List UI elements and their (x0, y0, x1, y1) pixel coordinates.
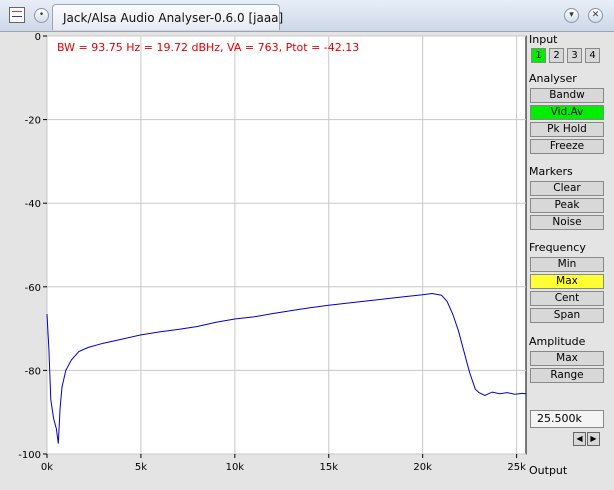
x-tick-label: 25k (507, 462, 526, 473)
arrow-left-icon: ◀ (576, 434, 583, 443)
input-3-button[interactable]: 3 (567, 48, 582, 63)
markers-section-label: Markers (529, 165, 573, 178)
vidav-button[interactable]: Vid.Av (530, 105, 604, 120)
y-tick-label: -80 (25, 366, 41, 377)
amplitude-section-label: Amplitude (529, 335, 586, 348)
spectrum-chart[interactable]: 0k 5k 10k 15k 20k 25k 0 -20 -40 -60 -80 -100 BW = 9… (0, 32, 528, 487)
window-titlebar: • Jack/Alsa Audio Analyser-0.6.0 [jaaa] … (0, 0, 614, 32)
markers-noise-button[interactable]: Noise (530, 215, 604, 230)
frequency-max-button[interactable]: Max (530, 274, 604, 289)
arrow-right-icon: ▶ (590, 434, 597, 443)
window-menu-button[interactable]: • (34, 8, 49, 23)
y-tick-label: -60 (25, 283, 41, 294)
y-tick-label: -100 (18, 450, 41, 461)
frequency-section-label: Frequency (529, 241, 586, 254)
input-2-button[interactable]: 2 (549, 48, 564, 63)
chevron-down-icon: ▾ (569, 10, 574, 20)
input-4-button[interactable]: 4 (585, 48, 600, 63)
x-tick-label: 5k (135, 462, 147, 473)
amplitude-range-button[interactable]: Range (530, 368, 604, 383)
plot-status-text: BW = 93.75 Hz = 19.72 dBHz, VA = 763, Pt… (57, 41, 359, 54)
arrow-left-button[interactable]: ◀ (573, 432, 586, 446)
x-tick-label: 20k (413, 462, 432, 473)
output-section-label: Output (529, 464, 568, 477)
dot-icon: • (38, 10, 45, 20)
y-tick-label: -40 (25, 199, 41, 210)
y-tick-label: 0 (35, 32, 41, 43)
bandw-button[interactable]: Bandw (530, 88, 604, 103)
window-title: Jack/Alsa Audio Analyser-0.6.0 [jaaa] (52, 4, 283, 30)
x-tick-label: 10k (226, 462, 245, 473)
x-tick-label: 15k (320, 462, 339, 473)
input-section-label: Input (529, 33, 558, 46)
close-icon: ✕ (591, 10, 600, 20)
amplitude-max-button[interactable]: Max (530, 351, 604, 366)
control-panel: Input 1 2 3 4 Analyser Bandw Vid.Av Pk H… (528, 32, 614, 487)
markers-clear-button[interactable]: Clear (530, 181, 604, 196)
input-1-button[interactable]: 1 (531, 48, 546, 63)
value-readout[interactable]: 25.500k (530, 410, 604, 428)
frequency-span-button[interactable]: Span (530, 308, 604, 323)
x-tick-label: 0k (41, 462, 53, 473)
analyser-section-label: Analyser (529, 72, 577, 85)
plot-background (46, 35, 527, 455)
close-button[interactable]: ✕ (588, 8, 603, 23)
app-icon[interactable] (9, 7, 25, 23)
frequency-min-button[interactable]: Min (530, 257, 604, 272)
y-tick-label: -20 (25, 116, 41, 127)
pkhold-button[interactable]: Pk Hold (530, 122, 604, 137)
arrow-right-button[interactable]: ▶ (587, 432, 600, 446)
freeze-button[interactable]: Freeze (530, 139, 604, 154)
spectrum-plot-area[interactable]: 0k 5k 10k 15k 20k 25k 0 -20 -40 -60 -80 -100 BW = 9… (0, 32, 528, 487)
markers-peak-button[interactable]: Peak (530, 198, 604, 213)
minimize-button[interactable]: ▾ (564, 8, 579, 23)
frequency-cent-button[interactable]: Cent (530, 291, 604, 306)
